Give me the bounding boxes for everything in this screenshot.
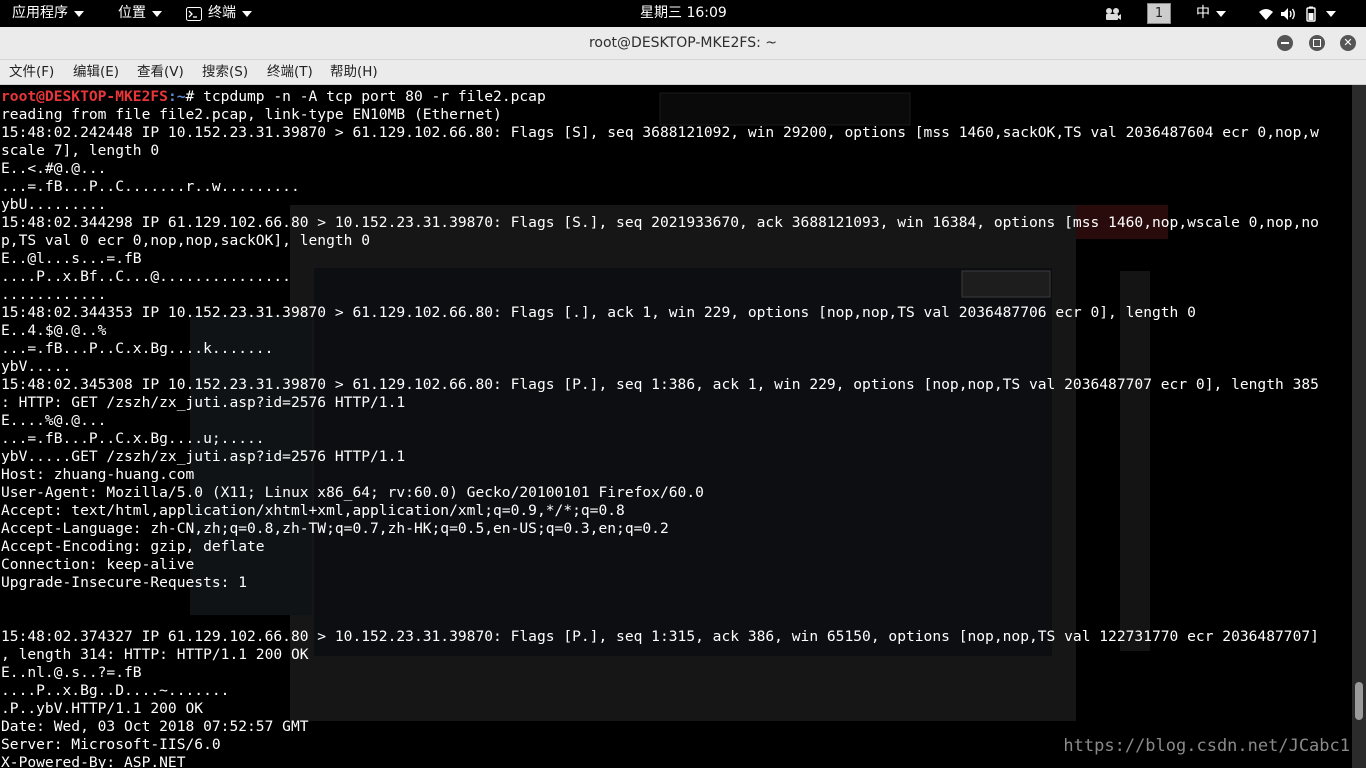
places-menu[interactable]: 位置 [118,0,162,27]
menu-help[interactable]: 帮助(H) [330,60,378,84]
output-line: , length 314: HTTP: HTTP/1.1 200 OK [1,646,309,663]
output-line: E..<.#@.@... [1,160,107,177]
output-line: Accept-Language: zh-CN,zh;q=0.8,zh-TW;q=… [1,520,669,537]
terminal-text: root@DESKTOP-MKE2FS:~# tcpdump -n -A tcp… [0,88,1319,768]
maximize-button[interactable] [1309,35,1325,51]
places-label: 位置 [118,5,146,21]
prompt-command: # tcpdump -n -A tcp port 80 -r file2.pca… [185,88,546,105]
volume-icon [1281,7,1295,20]
window-titlebar[interactable]: root@DESKTOP-MKE2FS: ~ ✕ [0,27,1366,60]
output-line: E..nl.@.s..?=.fB [1,664,142,681]
output-line: Accept-Encoding: gzip, deflate [1,538,265,555]
screenshot-tool[interactable] [1104,0,1122,27]
output-line: p,TS val 0 ecr 0,nop,nop,sackOK], length… [1,232,371,249]
terminal-icon [186,6,202,21]
prompt-line: root@DESKTOP-MKE2FS:~# tcpdump -n -A tcp… [1,88,1319,106]
output-line: E....%@.@... [1,412,107,429]
menu-search[interactable]: 搜索(S) [202,60,248,84]
window-title: root@DESKTOP-MKE2FS: ~ [588,35,778,51]
caret-down-icon [242,10,252,17]
battery-icon [1306,6,1316,22]
output-line: Host: zhuang-huang.com [1,466,195,483]
output-line: ...=.fB...P..C.x.Bg....k....... [1,340,274,357]
close-icon: ✕ [1343,36,1353,49]
applications-label: 应用程序 [12,5,68,21]
minimize-button[interactable] [1277,35,1293,51]
output-line: E..@l...s...=.fB [1,250,142,267]
minimize-icon [1281,42,1289,44]
output-line: Date: Wed, 03 Oct 2018 07:52:57 GMT [1,718,309,735]
output-line: scale 7], length 0 [1,142,160,159]
output-line: ...=.fB...P..C.x.Bg....u;..... [1,430,265,447]
terminal-app-menu[interactable]: 终端 [186,0,252,27]
output-line: 15:48:02.344353 IP 10.152.23.31.39870 > … [1,304,1196,321]
output-line: 15:48:02.344298 IP 61.129.102.66.80 > 10… [1,214,1319,231]
wifi-icon [1259,8,1273,20]
caret-down-icon [74,10,84,17]
output-line: .P..ybV.HTTP/1.1 200 OK [1,700,204,717]
input-method-label: 中 [1196,5,1210,21]
input-method-menu[interactable]: 中 [1196,0,1226,27]
output-line: User-Agent: Mozilla/5.0 (X11; Linux x86_… [1,484,704,501]
system-status-menu[interactable] [1258,0,1336,27]
output-line: ybV.....GET /zszh/zx_juti.asp?id=2576 HT… [1,448,406,465]
menu-bar: 文件(F) 编辑(E) 查看(V) 搜索(S) 终端(T) 帮助(H) [0,60,1366,85]
output-line: 15:48:02.374327 IP 61.129.102.66.80 > 10… [1,628,1319,645]
menu-terminal[interactable]: 终端(T) [267,60,313,84]
camera-icon [1106,7,1121,20]
clock-label: 星期三 16:09 [640,5,727,21]
output-line: E..4.$@.@..% [1,322,107,339]
output-line: 15:48:02.345308 IP 10.152.23.31.39870 > … [1,376,1319,393]
output-line: Accept: text/html,application/xhtml+xml,… [1,502,625,519]
output-line: Connection: keep-alive [1,556,195,573]
output-line: reading from file file2.pcap, link-type … [1,106,502,123]
prompt-path: :~ [167,88,186,105]
menu-file[interactable]: 文件(F) [9,60,54,84]
output-lines: reading from file file2.pcap, link-type … [1,106,1319,768]
output-line: ....P..x.Bg..D....~....... [1,682,230,699]
output-line: X-Powered-By: ASP.NET [1,754,186,768]
caret-down-icon [1326,10,1336,17]
menu-view[interactable]: 查看(V) [137,60,184,84]
terminal-app-label: 终端 [208,5,236,21]
menu-edit[interactable]: 编辑(E) [73,60,119,84]
terminal-scrollbar[interactable] [1352,85,1366,768]
output-line: ybU......... [1,196,107,213]
output-line: ....P..x.Bf..C...@............... [1,268,291,285]
maximize-icon [1313,38,1321,47]
workspace-indicator[interactable]: 1 [1147,0,1171,27]
output-line: : HTTP: GET /zszh/zx_juti.asp?id=2576 HT… [1,394,406,411]
prompt-user: root@DESKTOP-MKE2FS [1,88,168,105]
terminal-output[interactable]: root@DESKTOP-MKE2FS:~# tcpdump -n -A tcp… [0,85,1352,768]
top-panel: 应用程序 位置 终端 星期三 16:09 1 中 [0,0,1366,27]
output-line: ybV..... [1,358,72,375]
applications-menu[interactable]: 应用程序 [12,0,84,27]
output-line: Upgrade-Insecure-Requests: 1 [1,574,248,591]
caret-down-icon [152,10,162,17]
workspace-number: 1 [1147,3,1171,24]
output-line: 15:48:02.242448 IP 10.152.23.31.39870 > … [1,124,1319,141]
output-line: ............ [1,286,107,303]
caret-down-icon [1216,10,1226,17]
watermark: https://blog.csdn.net/JCabc1 [1063,736,1350,756]
scrollbar-thumb[interactable] [1355,682,1363,720]
clock[interactable]: 星期三 16:09 [640,0,727,27]
output-line: ...=.fB...P..C.......r..w......... [1,178,300,195]
close-button[interactable]: ✕ [1340,35,1356,51]
